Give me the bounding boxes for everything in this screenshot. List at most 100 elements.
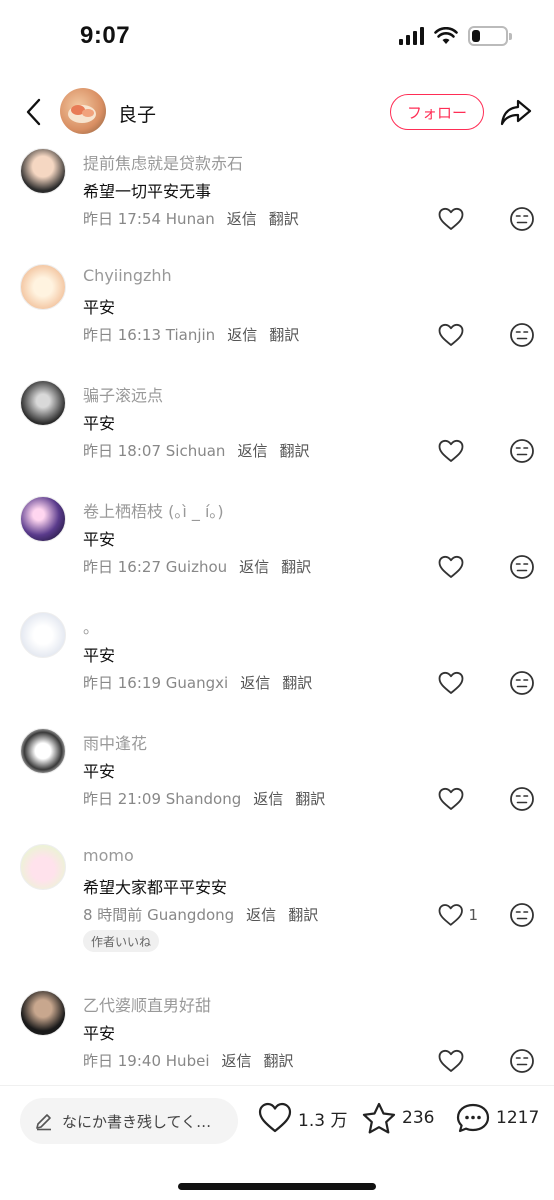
reply-button[interactable]: 返信 <box>227 324 257 345</box>
reply-button[interactable]: 返信 <box>240 672 270 693</box>
comment-reaction-button[interactable] <box>509 786 535 812</box>
commenter-name[interactable]: 骗子滚远点 <box>83 382 163 406</box>
comment-like-button[interactable] <box>438 786 478 812</box>
collect-button[interactable]: 236 <box>362 1102 434 1134</box>
comment-like-button[interactable] <box>438 1048 478 1074</box>
comment-reaction-button[interactable] <box>509 902 535 928</box>
comment-location: Guizhou <box>165 558 228 576</box>
bottom-bar: なにか書き残してく… 1.3 万 236 1217 <box>0 1085 554 1200</box>
commenter-avatar[interactable] <box>20 844 66 890</box>
comment-meta: 昨日 16:19 Guangxi 返信 翻訳 <box>83 672 312 693</box>
commenter-name[interactable]: momo <box>83 846 134 865</box>
reply-button[interactable]: 返信 <box>246 904 276 925</box>
commenter-avatar[interactable] <box>20 148 66 194</box>
comment-text: 平安 <box>83 762 116 781</box>
heart-icon <box>438 787 464 810</box>
commenter-avatar[interactable] <box>20 264 66 310</box>
emoji-reaction-icon <box>510 323 534 347</box>
status-time: 9:07 <box>80 22 131 49</box>
translate-button[interactable]: 翻訳 <box>269 208 299 229</box>
comment-like-button[interactable] <box>438 438 478 464</box>
chevron-left-icon <box>26 98 41 126</box>
emoji-reaction-icon <box>510 1049 534 1073</box>
emoji-reaction-icon <box>510 903 534 927</box>
comment-reaction-button[interactable] <box>509 670 535 696</box>
author-name[interactable]: 良子 <box>118 100 156 127</box>
comment-date: 昨日 16:19 <box>83 674 161 692</box>
author-avatar[interactable] <box>60 88 106 134</box>
comment-reaction-button[interactable] <box>509 438 535 464</box>
translate-button[interactable]: 翻訳 <box>282 672 312 693</box>
comment-date: 8 時間前 <box>83 906 143 924</box>
comment-date: 昨日 21:09 <box>83 790 161 808</box>
comment-like-button[interactable] <box>438 322 478 348</box>
reply-button[interactable]: 返信 <box>237 440 267 461</box>
home-indicator[interactable] <box>178 1183 376 1190</box>
comment-like-count: 1 <box>468 906 478 924</box>
battery-level <box>472 30 480 42</box>
comment-reaction-button[interactable] <box>509 322 535 348</box>
emoji-reaction-icon <box>510 555 534 579</box>
commenter-name[interactable]: 。 <box>83 614 99 638</box>
commenter-name[interactable]: Chyiingzhh <box>83 266 172 285</box>
comment-like-button[interactable] <box>438 554 478 580</box>
back-button[interactable] <box>18 94 48 130</box>
reply-button[interactable]: 返信 <box>227 208 257 229</box>
comment-location: Hunan <box>165 210 215 228</box>
comment-location: Guangxi <box>165 674 229 692</box>
translate-button[interactable]: 翻訳 <box>269 324 299 345</box>
heart-icon <box>258 1102 292 1133</box>
reply-button[interactable]: 返信 <box>239 556 269 577</box>
commenter-name[interactable]: 雨中逢花 <box>83 730 147 754</box>
comment-location: Guangdong <box>147 906 235 924</box>
comment-location: Sichuan <box>165 442 226 460</box>
comment-text: 希望大家都平平安安 <box>83 878 228 897</box>
comment-reaction-button[interactable] <box>509 206 535 232</box>
cellular-signal-icon <box>399 27 424 45</box>
translate-button[interactable]: 翻訳 <box>264 1050 294 1071</box>
emoji-reaction-icon <box>510 439 534 463</box>
comment-reaction-button[interactable] <box>509 1048 535 1074</box>
comment-meta: 昨日 19:40 Hubei 返信 翻訳 <box>83 1050 294 1071</box>
comment-like-button[interactable] <box>438 670 478 696</box>
emoji-reaction-icon <box>510 671 534 695</box>
translate-button[interactable]: 翻訳 <box>288 904 318 925</box>
commenter-name[interactable]: 卷上栖梧枝 (｡ì _ í｡) <box>83 498 224 522</box>
comment-text: 平安 <box>83 530 116 549</box>
comment-date: 昨日 16:27 <box>83 558 161 576</box>
translate-button[interactable]: 翻訳 <box>281 556 311 577</box>
translate-button[interactable]: 翻訳 <box>279 440 309 461</box>
share-button[interactable] <box>498 94 534 130</box>
heart-icon <box>438 323 464 346</box>
heart-icon <box>438 439 464 462</box>
comments-button[interactable]: 1217 <box>456 1102 539 1134</box>
commenter-name[interactable]: 乙代婆顺直男好甜 <box>83 992 211 1016</box>
commenter-avatar[interactable] <box>20 380 66 426</box>
comment-like-button[interactable] <box>438 206 478 232</box>
reply-button[interactable]: 返信 <box>253 788 283 809</box>
emoji-reaction-icon <box>510 207 534 231</box>
comment-reaction-button[interactable] <box>509 554 535 580</box>
commenter-avatar[interactable] <box>20 612 66 658</box>
comment-location: Hubei <box>165 1052 210 1070</box>
like-post-button[interactable]: 1.3 万 <box>258 1102 347 1134</box>
commenter-avatar[interactable] <box>20 990 66 1036</box>
like-count: 1.3 万 <box>298 1110 348 1131</box>
commenter-name[interactable]: 提前焦虑就是贷款赤石 <box>83 150 243 174</box>
follow-button[interactable]: フォロー <box>390 94 484 130</box>
comment-text: 平安 <box>83 414 116 433</box>
translate-button[interactable]: 翻訳 <box>295 788 325 809</box>
comment-meta: 8 時間前 Guangdong 返信 翻訳 <box>83 904 318 925</box>
header: 良子 フォロー <box>0 80 554 144</box>
commenter-avatar[interactable] <box>20 728 66 774</box>
commenter-avatar[interactable] <box>20 496 66 542</box>
comment-text: 平安 <box>83 1024 116 1043</box>
comment-like-button[interactable]: 1 <box>438 902 478 928</box>
comment-date: 昨日 17:54 <box>83 210 161 228</box>
reply-button[interactable]: 返信 <box>222 1050 252 1071</box>
author-liked-badge: 作者いいね <box>83 930 160 952</box>
comment-input[interactable]: なにか書き残してく… <box>20 1098 238 1144</box>
share-icon <box>500 99 532 126</box>
comment-location: Shandong <box>165 790 242 808</box>
comment-meta: 昨日 16:13 Tianjin 返信 翻訳 <box>83 324 299 345</box>
